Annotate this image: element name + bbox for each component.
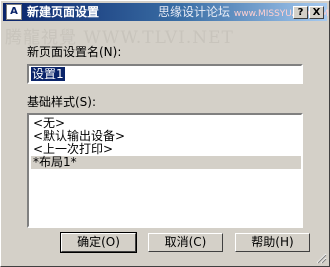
close-button[interactable]: X [309,6,324,19]
name-value: 设置1 [31,67,65,81]
resize-grip-icon[interactable] [316,253,327,264]
base-style-list[interactable]: <无> <默认输出设备> <上一次打印> *布局1* [27,113,303,228]
dialog-title: 新建页面设置 [27,5,100,19]
new-page-setup-dialog: A 新建页面设置 思缘设计论坛 www.MISSYUAN.COM ? X 腾龍視… [0,0,330,267]
help-button[interactable]: 帮助(H) [235,233,310,252]
help-title-button[interactable]: ? [293,6,308,19]
title-watermark-text: 思缘设计论坛 [158,5,231,19]
cancel-button[interactable]: 取消(C) [148,233,223,252]
base-style-label: 基础样式(S): [27,95,97,109]
ok-button[interactable]: 确定(O) [60,232,137,253]
title-bar[interactable]: A 新建页面设置 思缘设计论坛 www.MISSYUAN.COM ? X [3,3,329,21]
autocad-icon: A [6,4,22,20]
list-item-selected[interactable]: *布局1* [31,156,301,169]
name-label: 新页面设置名(N): [27,45,122,59]
page-setup-name-input[interactable]: 设置1 [27,64,303,84]
